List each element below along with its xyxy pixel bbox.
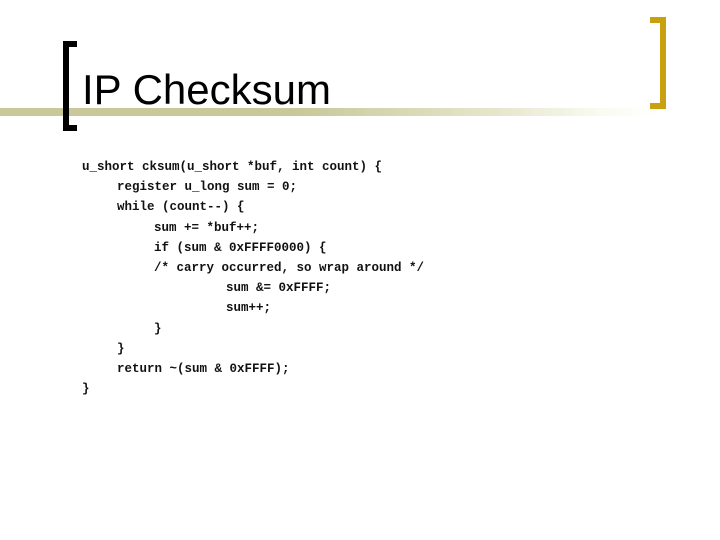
code-line: return ~(sum & 0xFFFF); bbox=[117, 361, 290, 376]
code-line: while (count--) { bbox=[117, 200, 245, 215]
code-line: u_short cksum(u_short *buf, int count) { bbox=[82, 160, 383, 174]
code-line: } bbox=[82, 382, 90, 397]
code-block: u_short cksum(u_short *buf, int count) {… bbox=[82, 157, 424, 399]
code-line: } bbox=[154, 321, 162, 336]
code-line: } bbox=[117, 341, 125, 356]
right-bracket-decoration bbox=[650, 17, 666, 109]
left-bracket-decoration bbox=[63, 41, 77, 131]
code-line: sum++; bbox=[226, 301, 272, 316]
code-line: if (sum & 0xFFFF0000) { bbox=[154, 240, 327, 255]
code-line: register u_long sum = 0; bbox=[117, 180, 298, 195]
slide-title: IP Checksum bbox=[82, 66, 331, 113]
code-line: sum &= 0xFFFF; bbox=[226, 281, 332, 296]
slide: IP Checksum u_short cksum(u_short *buf, … bbox=[0, 0, 720, 540]
code-line: sum += *buf++; bbox=[154, 220, 260, 235]
code-comment-line: /* carry occurred, so wrap around */ bbox=[154, 260, 425, 275]
